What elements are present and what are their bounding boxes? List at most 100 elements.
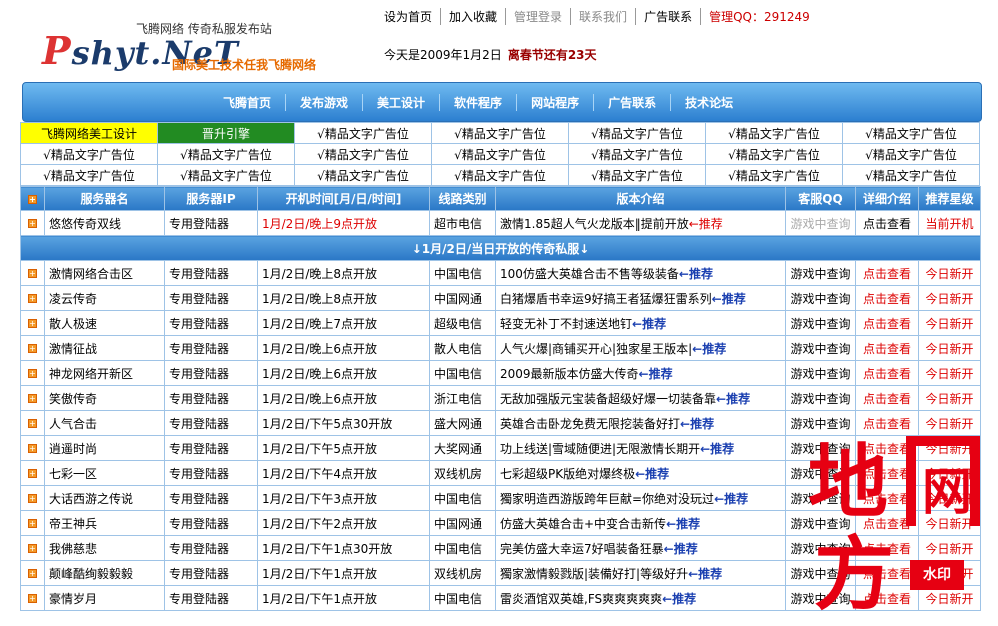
server-name[interactable]: 大话西游之传说 bbox=[44, 485, 165, 511]
detail-link[interactable]: 点击查看 bbox=[855, 360, 919, 386]
detail-link[interactable]: 点击查看 bbox=[855, 485, 919, 511]
server-name[interactable]: 帝王神兵 bbox=[44, 510, 165, 536]
nav-forum[interactable]: 技术论坛 bbox=[670, 94, 747, 111]
server-name[interactable]: 人气合击 bbox=[44, 410, 165, 436]
server-name[interactable]: 颠峰酷绚毅毅毅 bbox=[44, 560, 165, 586]
version-intro[interactable]: 2009最新版本仿盛大传奇←推荐 bbox=[495, 360, 786, 386]
detail-link[interactable]: 点击查看 bbox=[855, 460, 919, 486]
detail-link[interactable]: 点击查看 bbox=[855, 535, 919, 561]
server-name[interactable]: 激情网络合击区 bbox=[44, 260, 165, 286]
col-header: 客服QQ bbox=[785, 186, 856, 211]
ad-slot[interactable]: 晋升引擎 bbox=[157, 122, 295, 144]
ad-slot[interactable]: √精品文字广告位 bbox=[157, 143, 295, 165]
version-intro[interactable]: 英雄合击卧龙免费无限挖装备好打←推荐 bbox=[495, 410, 786, 436]
expand-icon[interactable]: + bbox=[20, 510, 45, 536]
version-intro[interactable]: 完美仿盛大幸运7好唱装备狂暴←推荐 bbox=[495, 535, 786, 561]
ad-slot[interactable]: √精品文字广告位 bbox=[842, 164, 980, 186]
version-intro[interactable]: 100仿盛大英雄合击不售等级装备←推荐 bbox=[495, 260, 786, 286]
expand-icon[interactable]: + bbox=[20, 310, 45, 336]
detail-link[interactable]: 点击查看 bbox=[855, 210, 919, 236]
expand-icon[interactable]: + bbox=[20, 210, 45, 236]
detail-link[interactable]: 点击查看 bbox=[855, 385, 919, 411]
ad-slot[interactable]: √精品文字广告位 bbox=[20, 164, 158, 186]
expand-icon[interactable]: + bbox=[20, 385, 45, 411]
ad-slot[interactable]: √精品文字广告位 bbox=[705, 164, 843, 186]
add-favorite-link[interactable]: 加入收藏 bbox=[440, 8, 505, 25]
ad-slot[interactable]: √精品文字广告位 bbox=[157, 164, 295, 186]
ad-slot[interactable]: √精品文字广告位 bbox=[294, 143, 432, 165]
set-homepage-link[interactable]: 设为首页 bbox=[384, 8, 440, 25]
expand-icon[interactable]: + bbox=[20, 435, 45, 461]
detail-link[interactable]: 点击查看 bbox=[855, 435, 919, 461]
nav-ad-contact[interactable]: 广告联系 bbox=[593, 94, 670, 111]
server-name[interactable]: 我佛慈悲 bbox=[44, 535, 165, 561]
star-rating: 今日新开 bbox=[918, 560, 981, 586]
nav-publish-game[interactable]: 发布游戏 bbox=[285, 94, 362, 111]
server-name[interactable]: 逍遥时尚 bbox=[44, 435, 165, 461]
service-qq: 游戏中查询 bbox=[785, 260, 856, 286]
detail-link[interactable]: 点击查看 bbox=[855, 260, 919, 286]
server-name[interactable]: 激情征战 bbox=[44, 335, 165, 361]
admin-login-link[interactable]: 管理登录 bbox=[505, 8, 570, 25]
server-name[interactable]: 七彩一区 bbox=[44, 460, 165, 486]
version-intro[interactable]: 獨家明造西游版跨年巨献=你绝对没玩过←推荐 bbox=[495, 485, 786, 511]
version-intro[interactable]: 功上线送|雪域随便进|无限激情长期开←推荐 bbox=[495, 435, 786, 461]
ad-slot[interactable]: √精品文字广告位 bbox=[842, 122, 980, 144]
version-intro[interactable]: 仿盛大英雄合击+中变合击新传←推荐 bbox=[495, 510, 786, 536]
detail-link[interactable]: 点击查看 bbox=[855, 310, 919, 336]
server-name[interactable]: 散人极速 bbox=[44, 310, 165, 336]
expand-icon[interactable]: + bbox=[20, 460, 45, 486]
detail-link[interactable]: 点击查看 bbox=[855, 285, 919, 311]
ad-slot[interactable]: √精品文字广告位 bbox=[705, 122, 843, 144]
server-name[interactable]: 凌云传奇 bbox=[44, 285, 165, 311]
version-intro[interactable]: 白猪爆盾书幸运9好搞王者猛爆狂雷系列←推荐 bbox=[495, 285, 786, 311]
ad-slot[interactable]: √精品文字广告位 bbox=[294, 122, 432, 144]
expand-all-icon[interactable]: + bbox=[20, 186, 45, 211]
ad-slot[interactable]: √精品文字广告位 bbox=[294, 164, 432, 186]
nav-home[interactable]: 飞腾首页 bbox=[209, 94, 285, 111]
ad-slot[interactable]: √精品文字广告位 bbox=[431, 122, 569, 144]
nav-web-programs[interactable]: 网站程序 bbox=[516, 94, 593, 111]
ad-slot[interactable]: √精品文字广告位 bbox=[568, 143, 706, 165]
detail-link[interactable]: 点击查看 bbox=[855, 510, 919, 536]
expand-icon[interactable]: + bbox=[20, 585, 45, 611]
version-intro[interactable]: 雷炎酒馆双英雄,FS爽爽爽爽爽←推荐 bbox=[495, 585, 786, 611]
expand-icon[interactable]: + bbox=[20, 485, 45, 511]
ad-contact-link[interactable]: 广告联系 bbox=[635, 8, 700, 25]
version-intro[interactable]: 人气火爆|商铺买开心|独家星王版本|←推荐 bbox=[495, 335, 786, 361]
line-type: 中国电信 bbox=[429, 485, 496, 511]
ad-slot[interactable]: 飞腾网络美工设计 bbox=[20, 122, 158, 144]
server-name[interactable]: 豪情岁月 bbox=[44, 585, 165, 611]
contact-us-link[interactable]: 联系我们 bbox=[570, 8, 635, 25]
nav-software[interactable]: 软件程序 bbox=[439, 94, 516, 111]
detail-link[interactable]: 点击查看 bbox=[855, 335, 919, 361]
expand-icon[interactable]: + bbox=[20, 410, 45, 436]
version-intro[interactable]: 无敌加强版元宝装备超级好爆一切装备靠←推荐 bbox=[495, 385, 786, 411]
expand-icon[interactable]: + bbox=[20, 335, 45, 361]
expand-icon[interactable]: + bbox=[20, 260, 45, 286]
expand-icon[interactable]: + bbox=[20, 535, 45, 561]
expand-icon[interactable]: + bbox=[20, 285, 45, 311]
version-intro[interactable]: 轻变无补丁不封速送地钉←推荐 bbox=[495, 310, 786, 336]
ad-slot[interactable]: √精品文字广告位 bbox=[842, 143, 980, 165]
expand-icon[interactable]: + bbox=[20, 360, 45, 386]
ad-slot[interactable]: √精品文字广告位 bbox=[705, 143, 843, 165]
ad-slot[interactable]: √精品文字广告位 bbox=[568, 164, 706, 186]
expand-icon[interactable]: + bbox=[20, 560, 45, 586]
nav-art-design[interactable]: 美工设计 bbox=[362, 94, 439, 111]
ad-slot[interactable]: √精品文字广告位 bbox=[20, 143, 158, 165]
ad-slot[interactable]: √精品文字广告位 bbox=[568, 122, 706, 144]
detail-link[interactable]: 点击查看 bbox=[855, 410, 919, 436]
version-intro[interactable]: 七彩超级PK版绝对爆终极←推荐 bbox=[495, 460, 786, 486]
version-intro[interactable]: 獨家激情毅戮版|装備好打|等级好升←推荐 bbox=[495, 560, 786, 586]
line-type: 超市电信 bbox=[429, 210, 496, 236]
ad-slot[interactable]: √精品文字广告位 bbox=[431, 164, 569, 186]
server-name[interactable]: 悠悠传奇双线 bbox=[44, 210, 165, 236]
detail-link[interactable]: 点击查看 bbox=[855, 585, 919, 611]
detail-link[interactable]: 点击查看 bbox=[855, 560, 919, 586]
ad-slot[interactable]: √精品文字广告位 bbox=[431, 143, 569, 165]
version-intro[interactable]: 激情1.85超人气火龙版本‖提前开放←推荐 bbox=[495, 210, 786, 236]
server-name[interactable]: 神龙网络开新区 bbox=[44, 360, 165, 386]
service-qq: 游戏中查询 bbox=[785, 285, 856, 311]
server-name[interactable]: 笑傲传奇 bbox=[44, 385, 165, 411]
